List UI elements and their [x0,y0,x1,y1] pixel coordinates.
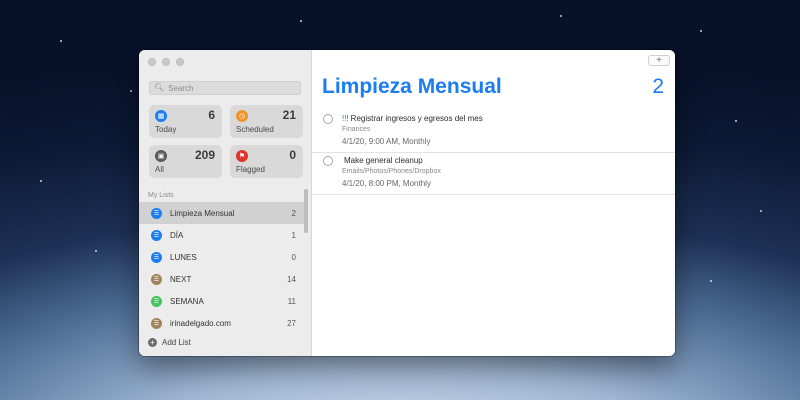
list-count: 27 [287,318,296,328]
reminder-tags: Finances [342,126,371,133]
search-input[interactable] [168,83,289,93]
my-lists: ☰ Limpieza Mensual 2 ☰ DÍA 1 ☰ LUNES 0 ☰… [139,202,307,334]
zoom-button[interactable] [176,58,184,66]
add-list-button[interactable]: + Add List [148,338,191,347]
tile-count: 6 [208,108,215,122]
tile-label: All [155,165,164,174]
tray-icon: ▣ [155,150,167,162]
reminder-text: Make general cleanup [344,156,423,165]
add-reminder-button[interactable]: + [648,55,670,66]
reminder-tags: Emails/Photos/Phones/Dropbox [342,168,441,175]
reminder-due: 4/1/20, 9:00 AM, Monthly [342,137,431,146]
flag-icon: ⚑ [236,150,248,162]
list-item-dia[interactable]: ☰ DÍA 1 [139,224,307,246]
reminder-title[interactable]: !!! Registrar ingresos y egresos del mes [342,114,483,123]
calendar-icon: ▦ [155,110,167,122]
close-button[interactable] [148,58,156,66]
plus-circle-icon: + [148,338,157,347]
list-icon: ☰ [151,251,162,263]
list-item-next[interactable]: ☰ NEXT 14 [139,268,307,290]
list-item-lunes[interactable]: ☰ LUNES 0 [139,246,307,268]
priority-marker: !!! [342,114,349,123]
my-lists-header: My Lists [148,192,174,199]
search-icon: 🔍︎ [154,83,165,92]
sidebar-scrollbar[interactable] [304,189,308,233]
tile-label: Scheduled [236,125,274,134]
list-icon: ☰ [151,207,162,219]
tile-all[interactable]: ▣ 209 All [149,145,222,178]
list-icon: ☰ [151,317,162,329]
reminder-item[interactable]: Make general cleanup Emails/Photos/Phone… [312,153,675,195]
tile-count: 209 [194,148,215,162]
list-count: 2 [291,208,296,218]
list-icon: ☰ [151,273,162,285]
list-name: SEMANA [170,296,204,306]
tile-label: Flagged [236,165,265,174]
list-title: Limpieza Mensual [322,75,502,98]
tile-today[interactable]: ▦ 6 Today [149,105,222,138]
minimize-button[interactable] [162,58,170,66]
list-count: 1 [291,230,296,240]
tile-count: 0 [289,148,296,162]
reminder-title[interactable]: Make general cleanup [342,156,423,165]
main-pane: + Limpieza Mensual 2 !!! Registrar ingres… [312,50,675,356]
reminder-text: Registrar ingresos y egresos del mes [350,114,483,123]
tile-count: 21 [282,108,296,122]
clock-icon: ◷ [236,110,248,122]
list-count: 11 [287,296,296,306]
list-total-count: 2 [652,75,664,98]
add-list-label: Add List [162,338,191,347]
search-field[interactable]: 🔍︎ [149,81,301,95]
list-name: Limpieza Mensual [170,208,235,218]
list-icon: ☰ [151,229,162,241]
list-icon: ☰ [151,295,162,307]
list-item-semana[interactable]: ☰ SEMANA 11 [139,290,307,312]
list-item-irinadelgado[interactable]: ☰ irinadelgado.com 27 [139,312,307,334]
list-count: 14 [287,274,296,284]
list-name: LUNES [170,252,197,262]
tile-scheduled[interactable]: ◷ 21 Scheduled [230,105,303,138]
window-controls [148,58,184,66]
complete-checkbox[interactable] [323,156,333,166]
smart-lists: ▦ 6 Today ◷ 21 Scheduled ▣ 209 All ⚑ 0 F… [149,105,303,178]
list-name: DÍA [170,230,184,240]
list-name: NEXT [170,274,192,284]
reminder-due: 4/1/20, 8:00 PM, Monthly [342,179,431,188]
tile-label: Today [155,125,177,134]
list-count: 0 [291,252,296,262]
sidebar: 🔍︎ ▦ 6 Today ◷ 21 Scheduled ▣ 209 All ⚑ … [139,50,312,356]
reminder-item[interactable]: !!! Registrar ingresos y egresos del mes … [312,111,675,153]
complete-checkbox[interactable] [323,114,333,124]
reminders-window: 🔍︎ ▦ 6 Today ◷ 21 Scheduled ▣ 209 All ⚑ … [139,50,675,356]
tile-flagged[interactable]: ⚑ 0 Flagged [230,145,303,178]
list-item-limpieza-mensual[interactable]: ☰ Limpieza Mensual 2 [139,202,307,224]
list-name: irinadelgado.com [170,318,231,328]
